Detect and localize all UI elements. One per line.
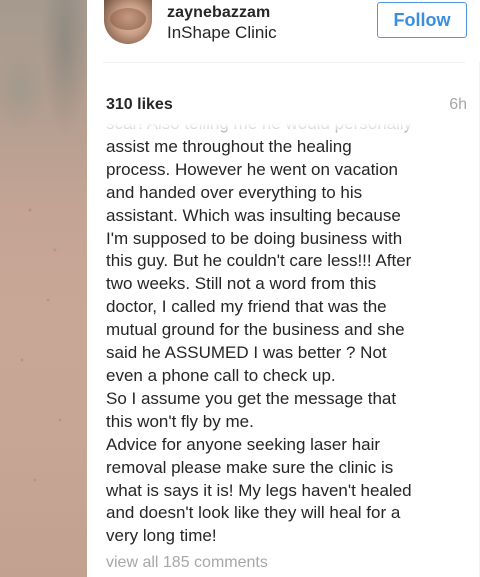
caption-line: this guy. But he couldn't care less!!! A… bbox=[106, 251, 412, 271]
user-avatar[interactable] bbox=[104, 0, 152, 44]
caption-line: very long time! bbox=[106, 526, 217, 546]
caption-line: scar! Also telling me he would personall… bbox=[106, 123, 413, 133]
caption-line: removal please make sure the clinic is bbox=[106, 457, 394, 477]
caption-line: assist me throughout the healing bbox=[106, 136, 352, 156]
post-side-panel: zaynebazzam InShape Clinic Follow 310 li… bbox=[87, 0, 480, 577]
caption-line: process. However he went on vacation bbox=[106, 159, 398, 179]
follow-button[interactable]: Follow bbox=[377, 2, 467, 38]
caption-line: this won't fly by me. bbox=[106, 411, 254, 431]
caption-line: Advice for anyone seeking laser hair bbox=[106, 434, 381, 454]
post-photo[interactable] bbox=[0, 0, 87, 577]
post-caption: scar! Also telling me he would personall… bbox=[106, 123, 456, 548]
caption-line: mutual ground for the business and she bbox=[106, 320, 405, 340]
caption-text: scar! Also telling me he would personall… bbox=[106, 123, 456, 548]
caption-line: and doesn't look like they will heal for… bbox=[106, 503, 401, 523]
caption-line: doctor, I called my friend that was the bbox=[106, 297, 387, 317]
caption-line: two weeks. Still not a word from this bbox=[106, 274, 377, 294]
view-all-comments-link[interactable]: view all 185 comments bbox=[106, 554, 268, 572]
post-header: zaynebazzam InShape Clinic Follow bbox=[87, 0, 480, 62]
header-divider bbox=[103, 62, 465, 63]
caption-line: I'm supposed to be doing business with bbox=[106, 228, 403, 248]
caption-line: said he ASSUMED I was better ? Not bbox=[106, 343, 387, 363]
likes-count[interactable]: 310 likes bbox=[106, 96, 173, 114]
post-timestamp[interactable]: 6h bbox=[449, 96, 467, 114]
caption-line: So I assume you get the message that bbox=[106, 388, 397, 408]
instagram-post-view: zaynebazzam InShape Clinic Follow 310 li… bbox=[0, 0, 480, 577]
username-link[interactable]: zaynebazzam bbox=[167, 4, 270, 22]
caption-line: and handed over everything to his bbox=[106, 182, 363, 202]
location-link[interactable]: InShape Clinic bbox=[167, 23, 277, 43]
caption-line: even a phone call to check up. bbox=[106, 365, 336, 385]
caption-line: what is says it is! My legs haven't heal… bbox=[106, 480, 412, 500]
caption-line: assistant. Which was insulting because bbox=[106, 205, 401, 225]
